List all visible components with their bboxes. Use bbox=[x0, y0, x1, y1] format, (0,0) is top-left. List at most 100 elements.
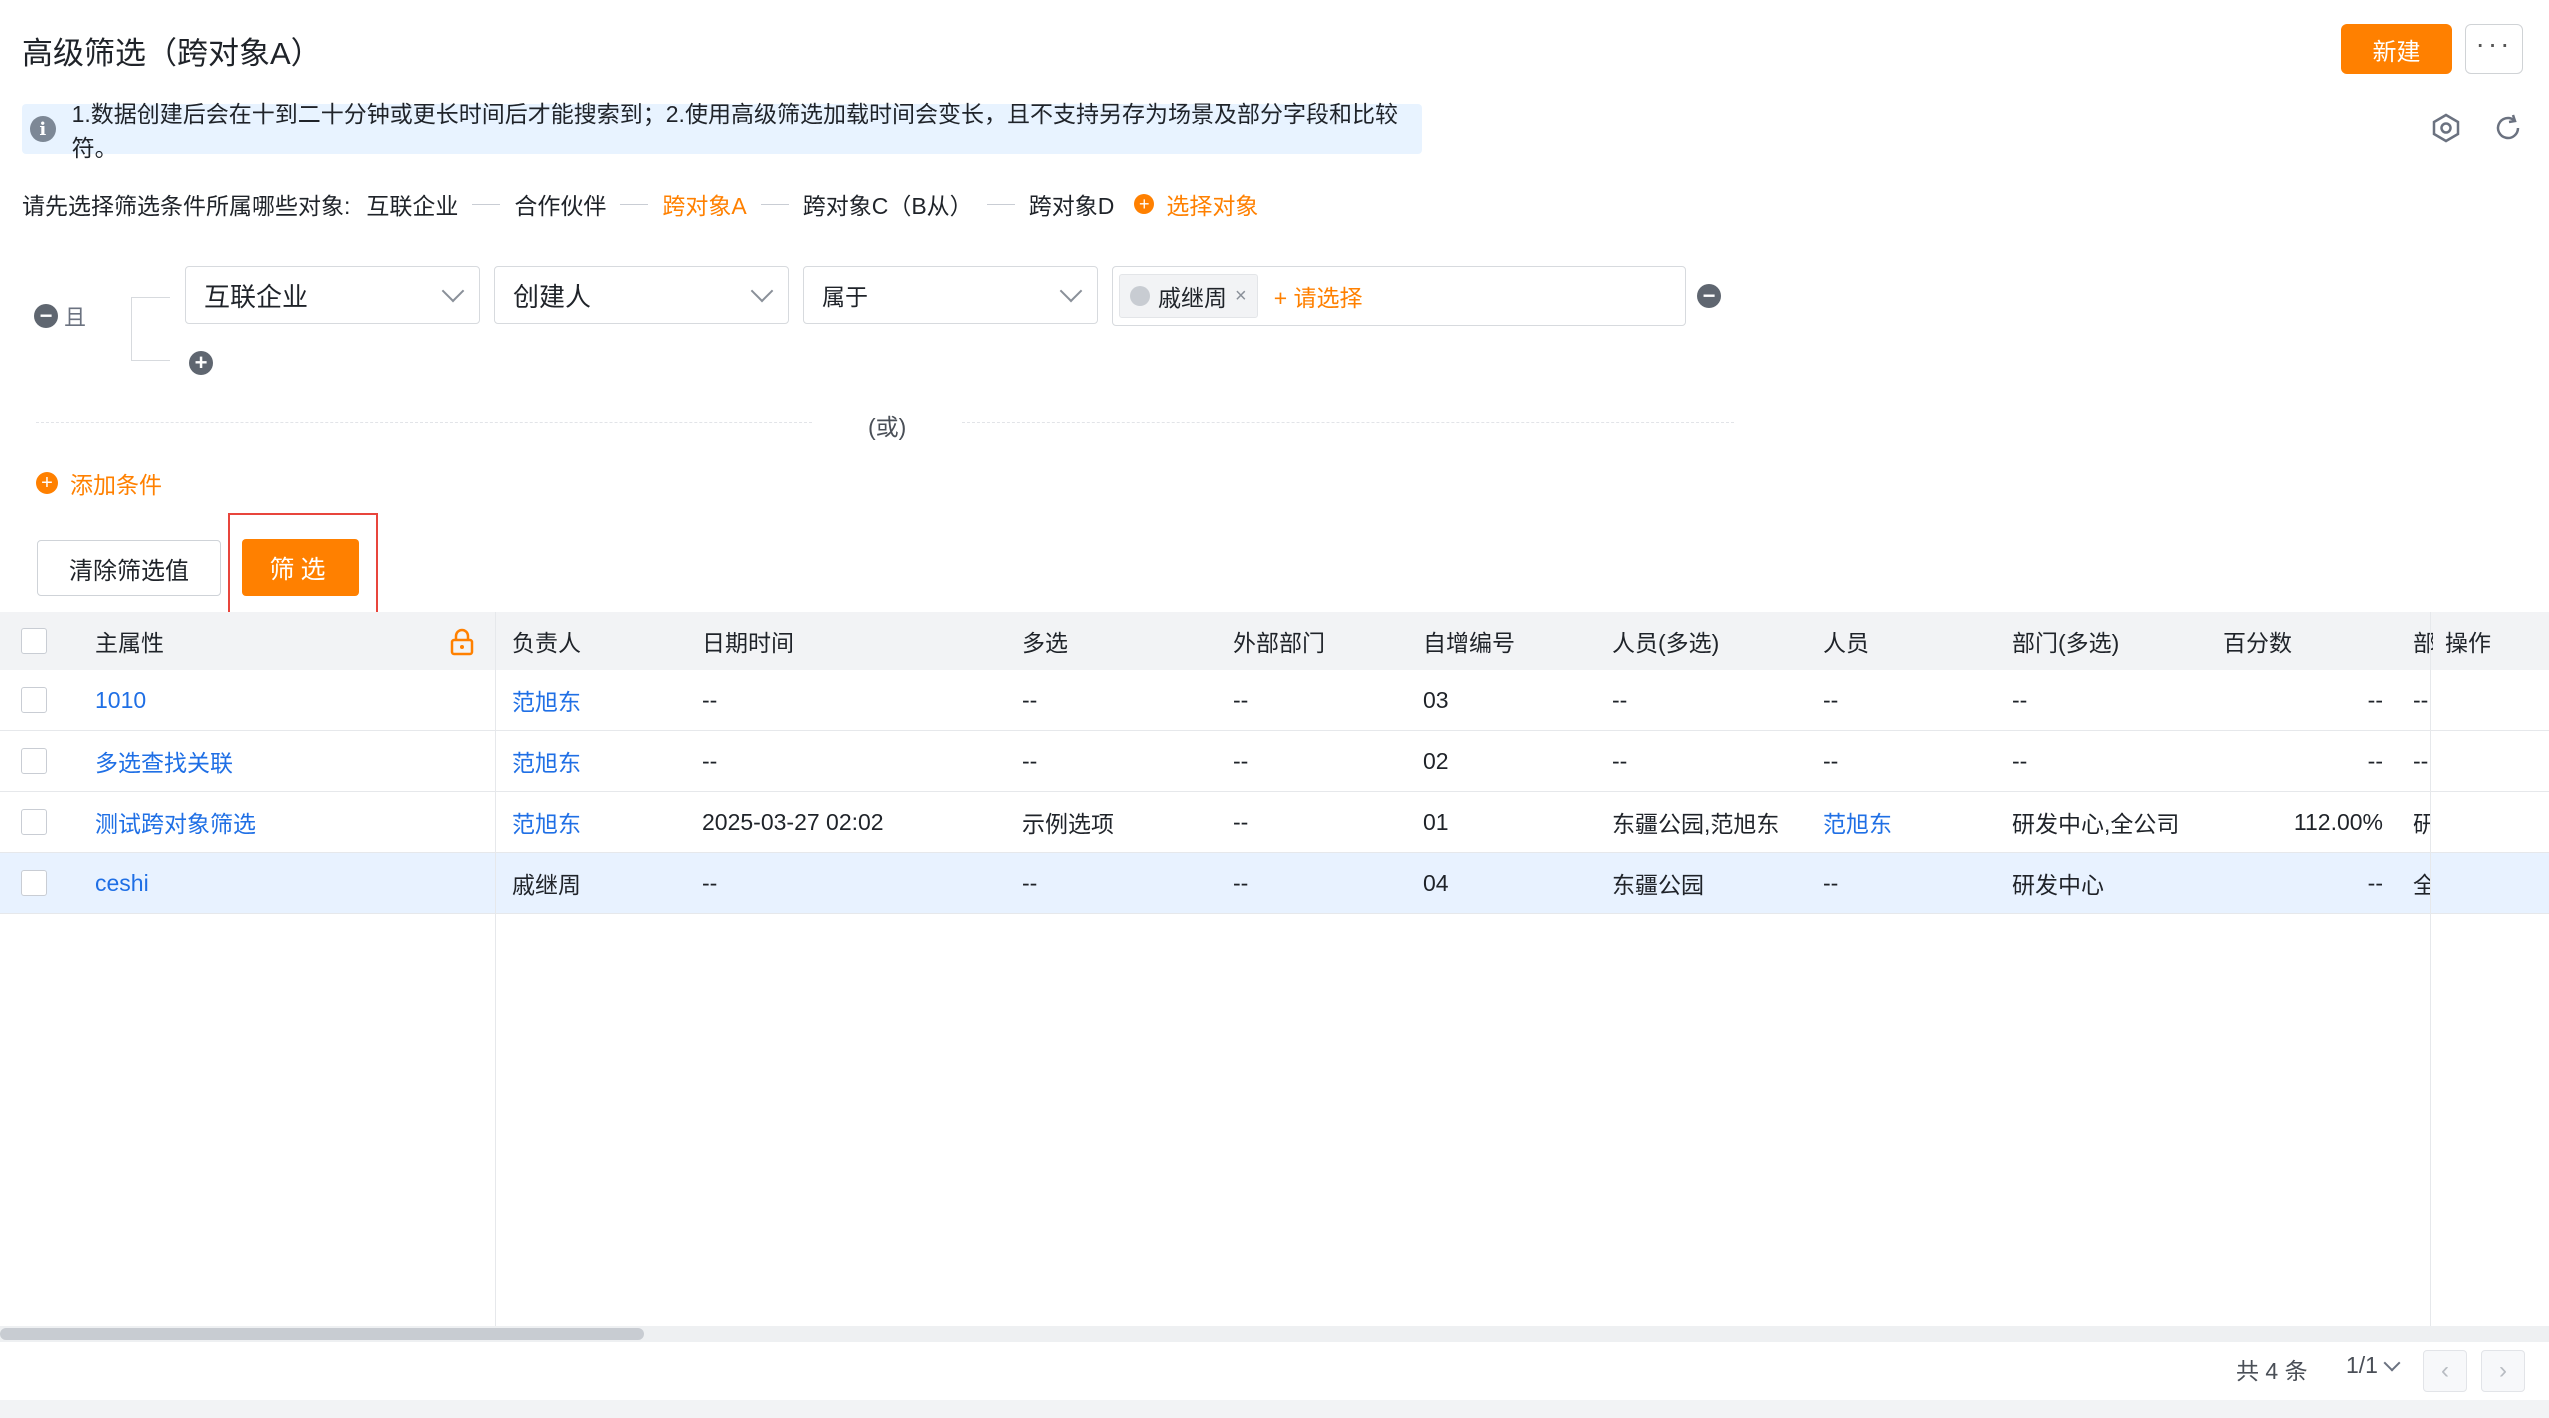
table-cell[interactable]: 范旭东 bbox=[512, 670, 692, 730]
field-select[interactable]: 创建人 bbox=[494, 266, 789, 324]
filter-button[interactable]: 筛选 bbox=[242, 539, 359, 596]
table-cell: -- bbox=[1233, 686, 1249, 713]
object-item-0[interactable]: 互联企业 bbox=[366, 187, 458, 221]
column-header[interactable]: 自增编号 bbox=[1423, 612, 1515, 670]
clear-filter-button[interactable]: 清除筛选值 bbox=[37, 540, 221, 596]
table-cell: 04 bbox=[1423, 869, 1449, 896]
object-selector-row: 请先选择筛选条件所属哪些对象: 互联企业 合作伙伴 跨对象A 跨对象C（B从） … bbox=[22, 188, 1258, 220]
table-cell: 戚继周 bbox=[512, 872, 581, 898]
table-cell: -- bbox=[2012, 686, 2028, 713]
add-object-icon[interactable]: + bbox=[1134, 194, 1155, 214]
record-name-link[interactable]: 测试跨对象筛选 bbox=[95, 792, 485, 852]
remove-condition-icon[interactable]: − bbox=[1697, 284, 1721, 308]
add-condition-button[interactable]: + 添加条件 bbox=[36, 466, 162, 500]
operator-select-value: 属于 bbox=[822, 284, 868, 310]
column-header[interactable]: 日期时间 bbox=[702, 612, 794, 670]
object-item-3[interactable]: 跨对象C（B从） bbox=[803, 187, 973, 221]
table-cell: -- bbox=[1823, 747, 1839, 774]
table-cell[interactable]: 范旭东 bbox=[1823, 792, 2003, 852]
table-cell: 东疆公园,范旭东 bbox=[1612, 811, 1780, 837]
info-icon: i bbox=[30, 116, 56, 142]
table-cell: -- bbox=[2413, 747, 2429, 774]
add-sub-condition-icon[interactable]: + bbox=[189, 351, 213, 375]
object-select-value: 互联企业 bbox=[204, 281, 309, 312]
divider bbox=[986, 203, 1015, 205]
chevron-down-icon bbox=[1059, 279, 1083, 303]
record-name-link[interactable]: 多选查找关联 bbox=[95, 731, 485, 791]
table-cell: -- bbox=[1612, 747, 1628, 774]
row-checkbox[interactable] bbox=[21, 748, 47, 774]
table-cell: 示例选项 bbox=[1022, 811, 1114, 837]
chevron-down-icon bbox=[750, 279, 774, 303]
logic-and: − 且 bbox=[34, 300, 86, 332]
operator-select[interactable]: 属于 bbox=[803, 266, 1098, 324]
column-header[interactable]: 主属性 bbox=[95, 612, 164, 670]
object-item-2[interactable]: 跨对象A bbox=[662, 187, 746, 221]
column-header[interactable]: 百分数 bbox=[2223, 612, 2292, 670]
table-cell: -- bbox=[2413, 686, 2429, 713]
logic-label: 且 bbox=[64, 305, 87, 330]
table-cell[interactable]: 范旭东 bbox=[512, 792, 692, 852]
new-button[interactable]: 新建 bbox=[2341, 24, 2452, 74]
footer-strip bbox=[0, 1400, 2549, 1418]
page-indicator: 1/1 bbox=[2346, 1352, 2378, 1378]
column-header[interactable]: 部门(多选) bbox=[2012, 612, 2119, 670]
table-row[interactable]: 多选查找关联 范旭东 -- -- -- 02 -- -- -- -- -- bbox=[0, 731, 2549, 792]
select-object-link[interactable]: 选择对象 bbox=[1166, 187, 1258, 221]
column-header[interactable]: 人员(多选) bbox=[1612, 612, 1719, 670]
more-button[interactable]: ··· bbox=[2465, 24, 2523, 74]
table-row[interactable]: 测试跨对象筛选 范旭东 2025-03-27 02:02 示例选项 -- 01 东疆公园,范… bbox=[0, 792, 2549, 853]
table-cell[interactable]: 范旭东 bbox=[512, 731, 692, 791]
table-row[interactable]: 1010 范旭东 -- -- -- 03 -- -- -- -- -- bbox=[0, 670, 2549, 731]
table-cell: -- bbox=[1823, 869, 1839, 896]
chevron-down-icon bbox=[2383, 1354, 2401, 1371]
object-select[interactable]: 互联企业 bbox=[185, 266, 480, 324]
record-name-link[interactable]: ceshi bbox=[95, 853, 485, 913]
notice-text: 1.数据创建后会在十到二十分钟或更长时间后才能搜索到；2.使用高级筛选加载时间会… bbox=[71, 101, 1398, 161]
lock-icon bbox=[450, 628, 474, 656]
table-cell: -- bbox=[2367, 869, 2383, 896]
collapse-minus-icon[interactable]: − bbox=[34, 304, 58, 328]
object-item-1[interactable]: 合作伙伴 bbox=[514, 187, 606, 221]
close-icon[interactable]: × bbox=[1235, 285, 1247, 308]
divider bbox=[962, 422, 1734, 424]
selected-user-tag: 戚继周 × bbox=[1119, 274, 1258, 318]
page-select[interactable]: 1/1 bbox=[2346, 1352, 2401, 1379]
record-name-link[interactable]: 1010 bbox=[95, 670, 485, 730]
table-cell: -- bbox=[1823, 686, 1839, 713]
select-all-checkbox[interactable] bbox=[21, 628, 47, 654]
row-checkbox[interactable] bbox=[21, 870, 47, 896]
row-checkbox[interactable] bbox=[21, 809, 47, 835]
column-header[interactable]: 人员 bbox=[1823, 612, 1869, 670]
table-cell: -- bbox=[2367, 747, 2383, 774]
total-count: 共 4 条 bbox=[2236, 1358, 2308, 1384]
refresh-icon[interactable] bbox=[2490, 110, 2526, 146]
table-cell: 2025-03-27 02:02 bbox=[702, 808, 884, 835]
chevron-down-icon bbox=[441, 279, 465, 303]
table-row[interactable]: ceshi 戚继周 -- -- -- 04 东疆公园 -- 研发中心 -- 全 bbox=[0, 853, 2549, 914]
table-cell: 研 bbox=[2413, 811, 2431, 837]
prev-page-button[interactable]: ‹ bbox=[2423, 1350, 2467, 1392]
settings-icon[interactable] bbox=[2428, 110, 2464, 146]
table-cell: -- bbox=[702, 869, 718, 896]
divider bbox=[760, 203, 789, 205]
table-cell: 03 bbox=[1423, 686, 1449, 713]
column-header[interactable]: 外部部门 bbox=[1233, 612, 1325, 670]
column-header[interactable]: 多选 bbox=[1022, 612, 1068, 670]
table-cell: 112.00% bbox=[2293, 808, 2383, 835]
table-cell: -- bbox=[702, 747, 718, 774]
table-cell: -- bbox=[1233, 869, 1249, 896]
object-item-4[interactable]: 跨对象D bbox=[1029, 187, 1115, 221]
plus-icon: + bbox=[36, 472, 58, 494]
scrollbar-thumb[interactable] bbox=[0, 1328, 644, 1340]
column-divider bbox=[495, 612, 496, 1326]
row-checkbox[interactable] bbox=[21, 687, 47, 713]
tag-label: 戚继周 bbox=[1158, 285, 1227, 311]
add-value-link[interactable]: + 请选择 bbox=[1274, 279, 1363, 313]
notice-banner: i 1.数据创建后会在十到二十分钟或更长时间后才能搜索到；2.使用高级筛选加载时… bbox=[22, 101, 1422, 161]
column-header[interactable]: 负责人 bbox=[512, 612, 581, 670]
value-tag-input[interactable]: 戚继周 × + 请选择 bbox=[1112, 266, 1686, 326]
table-cell: -- bbox=[702, 686, 718, 713]
table-cell: 02 bbox=[1423, 747, 1449, 774]
next-page-button[interactable]: › bbox=[2481, 1350, 2525, 1392]
